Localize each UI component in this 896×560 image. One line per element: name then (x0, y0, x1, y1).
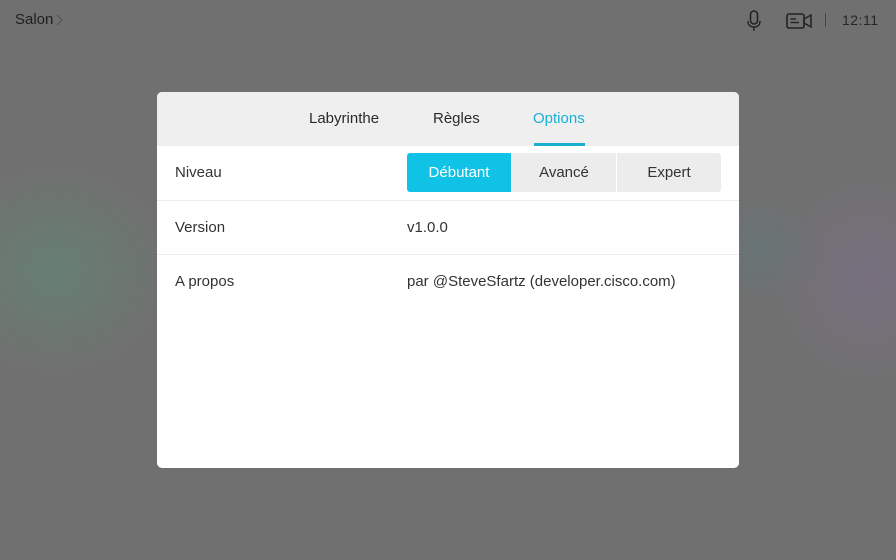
version-value: v1.0.0 (407, 219, 448, 236)
level-label: Niveau (175, 164, 222, 181)
version-row: Version v1.0.0 (157, 200, 739, 255)
clock: 12:11 (842, 12, 879, 28)
chevron-right-icon (56, 14, 64, 25)
level-selector: Débutant Avancé Expert (407, 153, 721, 192)
level-row: Niveau Débutant Avancé Expert (157, 146, 739, 200)
about-row: A propos par @SteveSfartz (developer.cis… (157, 254, 739, 309)
room-name: Salon (15, 11, 54, 28)
tab-bar: Labyrinthe Règles Options (157, 92, 739, 146)
options-dialog: Labyrinthe Règles Options Niveau Débutan… (157, 92, 739, 468)
video-camera-icon[interactable] (786, 11, 812, 31)
status-bar: Salon 12:11 (0, 0, 896, 42)
level-option-expert[interactable]: Expert (617, 153, 721, 192)
version-label: Version (175, 219, 226, 236)
status-separator (825, 13, 826, 27)
level-option-debutant[interactable]: Débutant (407, 153, 511, 192)
tab-regles[interactable]: Règles (433, 110, 480, 127)
about-label: A propos (175, 273, 235, 290)
room-name-button[interactable]: Salon (15, 11, 64, 28)
about-value: par @SteveSfartz (developer.cisco.com) (407, 273, 676, 290)
microphone-icon[interactable] (746, 10, 762, 32)
tab-labyrinthe[interactable]: Labyrinthe (309, 110, 379, 127)
tab-options[interactable]: Options (533, 110, 585, 127)
level-option-avance[interactable]: Avancé (512, 153, 616, 192)
